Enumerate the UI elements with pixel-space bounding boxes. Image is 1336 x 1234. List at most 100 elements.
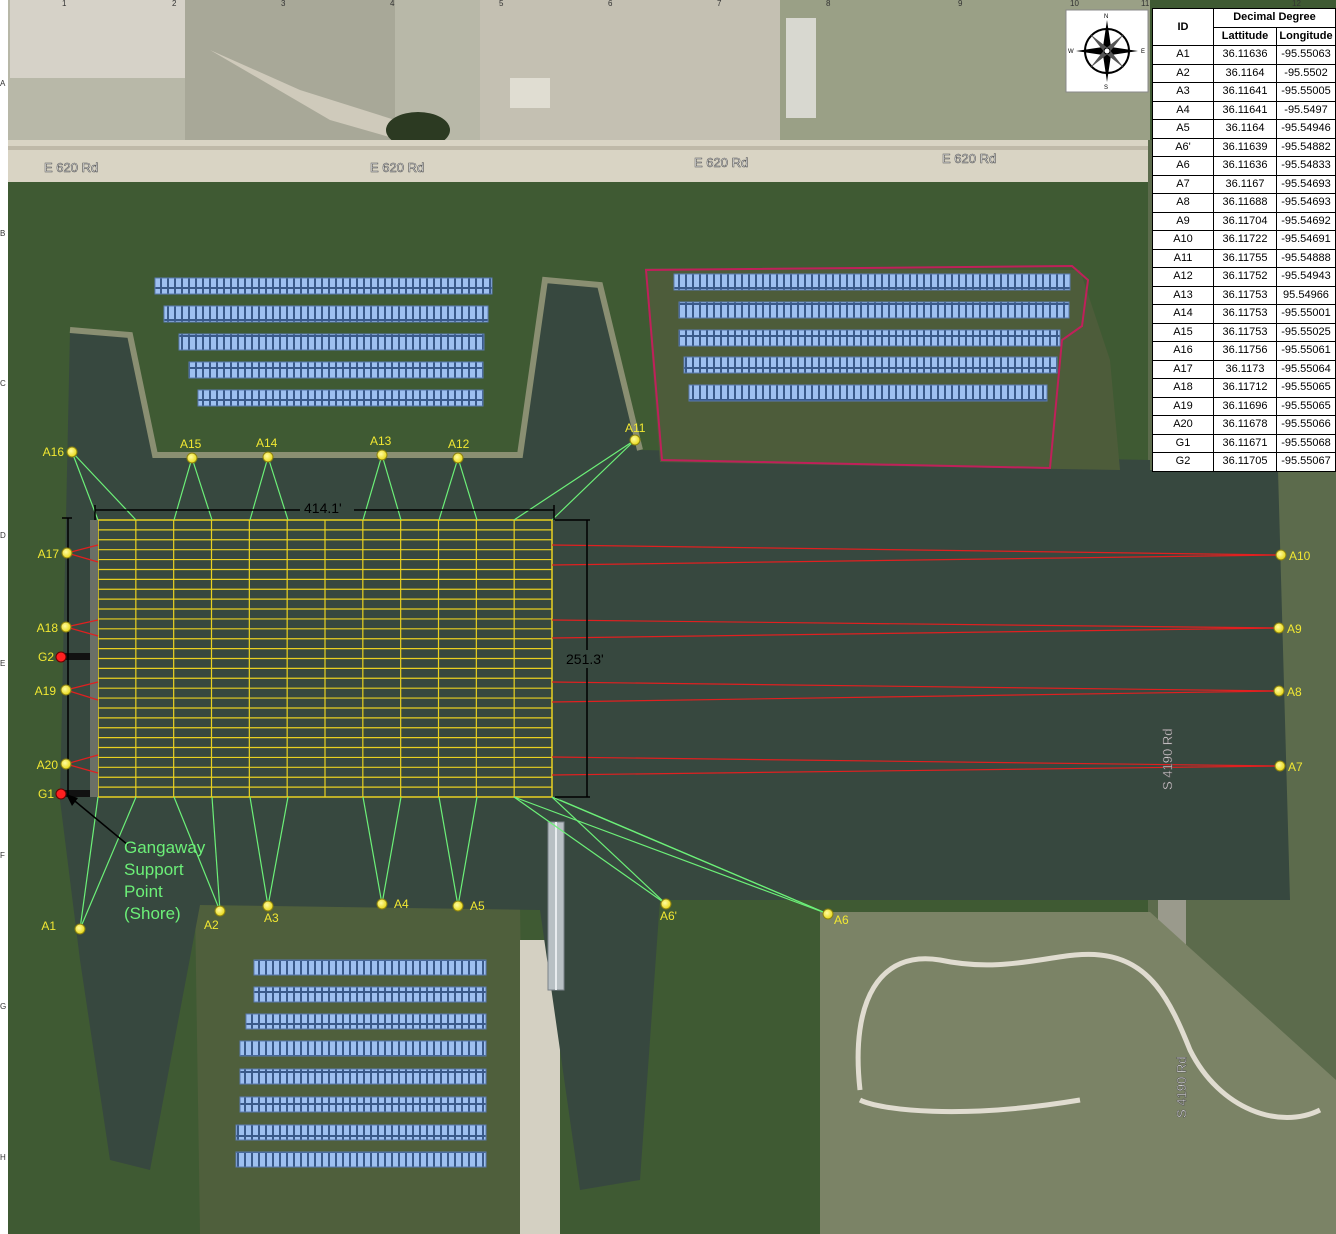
grid-column-label: 5	[499, 0, 504, 8]
table-cell-lat: 36.11688	[1213, 193, 1277, 213]
table-row: A6' 36.11639 -95.54882	[1152, 137, 1336, 157]
anchor-marker	[66, 446, 78, 458]
grid-column-label: 12	[1292, 0, 1301, 8]
table-cell-lat: 36.11639	[1213, 137, 1277, 157]
anchor-marker	[55, 788, 67, 800]
anchor-label: A14	[256, 436, 278, 450]
anchor-marker	[60, 758, 72, 770]
anchor-marker	[376, 898, 388, 910]
table-cell-lon: -95.55064	[1276, 359, 1336, 379]
anchor-label: A6'	[660, 909, 677, 923]
svg-text:W: W	[1068, 49, 1074, 55]
svg-text:S: S	[1104, 85, 1108, 91]
grid-row-label: E	[0, 659, 5, 668]
table-header-lon: Longitude	[1276, 26, 1336, 46]
anchor-marker	[452, 900, 464, 912]
table-cell-lon: -95.54833	[1276, 156, 1336, 176]
road-label: E 620 Rd	[44, 160, 98, 175]
table-cell-id: A20	[1152, 415, 1214, 435]
anchor-marker	[1273, 622, 1285, 634]
table-cell-id: A9	[1152, 211, 1214, 231]
table-cell-id: A15	[1152, 322, 1214, 342]
table-row: A7 36.1167 -95.54693	[1152, 174, 1336, 194]
table-cell-lon: -95.55065	[1276, 378, 1336, 398]
table-cell-lat: 36.1173	[1213, 359, 1277, 379]
table-cell-lat: 36.11752	[1213, 267, 1277, 287]
table-cell-lat: 36.11696	[1213, 396, 1277, 416]
anchor-marker	[262, 900, 274, 912]
anchor-label: A8	[1287, 685, 1302, 699]
grid-row-label: C	[0, 379, 6, 388]
table-cell-lat: 36.11722	[1213, 230, 1277, 250]
anchor-marker	[1275, 549, 1287, 561]
grid-column-label: 6	[608, 0, 613, 8]
table-row: G1 36.11671 -95.55068	[1152, 433, 1336, 453]
table-row: A1 36.11636 -95.55063	[1152, 45, 1336, 65]
anchor-marker	[61, 547, 73, 559]
grid-row-label: F	[0, 851, 5, 860]
table-cell-lon: -95.54692	[1276, 211, 1336, 231]
table-cell-id: A14	[1152, 304, 1214, 324]
anchor-label: A5	[470, 899, 485, 913]
table-cell-lat: 36.11636	[1213, 156, 1277, 176]
anchor-marker	[74, 923, 86, 935]
table-row: A2 36.1164 -95.5502	[1152, 63, 1336, 83]
anchor-marker	[376, 449, 388, 461]
table-cell-lon: -95.55061	[1276, 341, 1336, 361]
anchor-marker	[262, 451, 274, 463]
anchor-label: A19	[35, 684, 57, 698]
table-cell-id: G1	[1152, 433, 1214, 453]
table-row: A19 36.11696 -95.55065	[1152, 396, 1336, 416]
table-row: A5 36.1164 -95.54946	[1152, 119, 1336, 139]
table-cell-id: A6'	[1152, 137, 1214, 157]
table-row: A3 36.11641 -95.55005	[1152, 82, 1336, 102]
table-cell-lat: 36.11671	[1213, 433, 1277, 453]
anchor-label: A6	[834, 913, 849, 927]
table-cell-lon: -95.54946	[1276, 119, 1336, 139]
table-cell-lat: 36.1164	[1213, 63, 1277, 83]
grid-column-label: 10	[1070, 0, 1079, 8]
anchor-marker	[214, 905, 226, 917]
table-cell-lat: 36.11641	[1213, 82, 1277, 102]
grid-row-label: A	[0, 79, 6, 88]
dimension-height-label: 251.3'	[566, 651, 604, 667]
anchor-label: A9	[1287, 622, 1302, 636]
grid-column-label: 7	[717, 0, 722, 8]
road-label: E 620 Rd	[370, 160, 424, 175]
table-cell-id: G2	[1152, 452, 1214, 472]
table-cell-id: A5	[1152, 119, 1214, 139]
anchor-coordinate-table: ID Decimal Degree Lattitude Longitude A1…	[1152, 8, 1336, 472]
table-cell-id: A16	[1152, 341, 1214, 361]
table-cell-lat: 36.1167	[1213, 174, 1277, 194]
gangway-walkway	[547, 821, 565, 991]
table-cell-lon: -95.54888	[1276, 248, 1336, 268]
table-row: A12 36.11752 -95.54943	[1152, 267, 1336, 287]
site-plan-map: 414.1' 251.3' Gangaway Support Point (Sh…	[0, 0, 1336, 1234]
grid-column-label: 3	[281, 0, 286, 8]
table-cell-lon: -95.55001	[1276, 304, 1336, 324]
anchor-marker	[1273, 685, 1285, 697]
table-cell-id: A13	[1152, 285, 1214, 305]
anchor-label: A13	[370, 434, 392, 448]
grid-column-label: 4	[390, 0, 395, 8]
svg-text:E: E	[1141, 49, 1145, 55]
table-row: A6 36.11636 -95.54833	[1152, 156, 1336, 176]
table-row: A14 36.11753 -95.55001	[1152, 304, 1336, 324]
table-row: A9 36.11704 -95.54692	[1152, 211, 1336, 231]
table-header-lat: Lattitude	[1213, 26, 1277, 46]
road-label: S 4190 Rd	[1174, 1057, 1189, 1118]
table-cell-lon: -95.55063	[1276, 45, 1336, 65]
table-cell-lat: 36.11756	[1213, 341, 1277, 361]
anchor-marker	[55, 651, 67, 663]
table-cell-lat: 36.11636	[1213, 45, 1277, 65]
table-cell-lon: -95.55066	[1276, 415, 1336, 435]
anchor-marker	[822, 908, 834, 920]
table-cell-lon: -95.55068	[1276, 433, 1336, 453]
table-cell-id: A2	[1152, 63, 1214, 83]
grid-column-label: 2	[172, 0, 177, 8]
table-row: A20 36.11678 -95.55066	[1152, 415, 1336, 435]
table-row: G2 36.11705 -95.55067	[1152, 452, 1336, 472]
table-cell-id: A18	[1152, 378, 1214, 398]
road-label: E 620 Rd	[694, 155, 748, 170]
table-cell-id: A11	[1152, 248, 1214, 268]
